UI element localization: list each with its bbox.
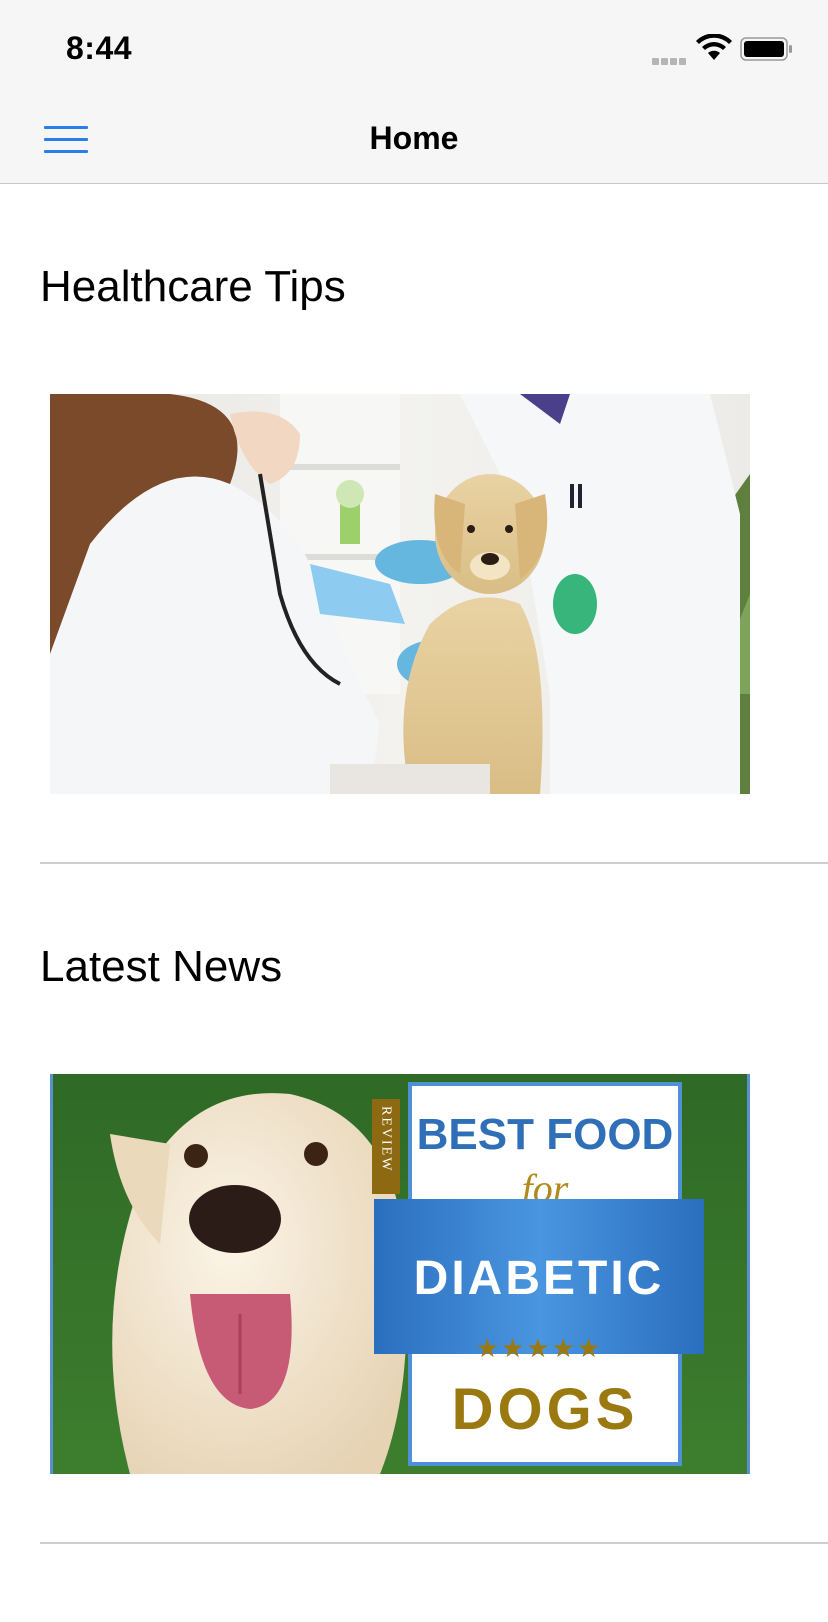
navigation-bar: Home (0, 98, 828, 184)
status-time: 8:44 (66, 30, 133, 66)
healthcare-tips-image[interactable] (50, 394, 750, 794)
wifi-icon (696, 33, 732, 67)
banner-line1: BEST FOOD (417, 1110, 674, 1159)
section-title-healthcare-tips: Healthcare Tips (40, 262, 346, 311)
battery-icon (740, 37, 794, 66)
page-title: Home (369, 120, 459, 156)
banner-tag: REVIEW (379, 1106, 394, 1172)
status-bar: 8:44 (0, 0, 828, 98)
cellular-signal-icon (652, 52, 688, 70)
latest-news-image[interactable]: REVIEW BEST FOOD for DIABETIC ★★★★★ DOGS (50, 1074, 750, 1474)
banner-line3: DIABETIC (414, 1252, 665, 1305)
banner-rating: ★★★★★ (476, 1334, 603, 1364)
banner-line4: DOGS (452, 1377, 639, 1442)
section-title-latest-news: Latest News (40, 942, 283, 991)
section-divider (40, 1542, 828, 1544)
section-divider (40, 862, 828, 864)
